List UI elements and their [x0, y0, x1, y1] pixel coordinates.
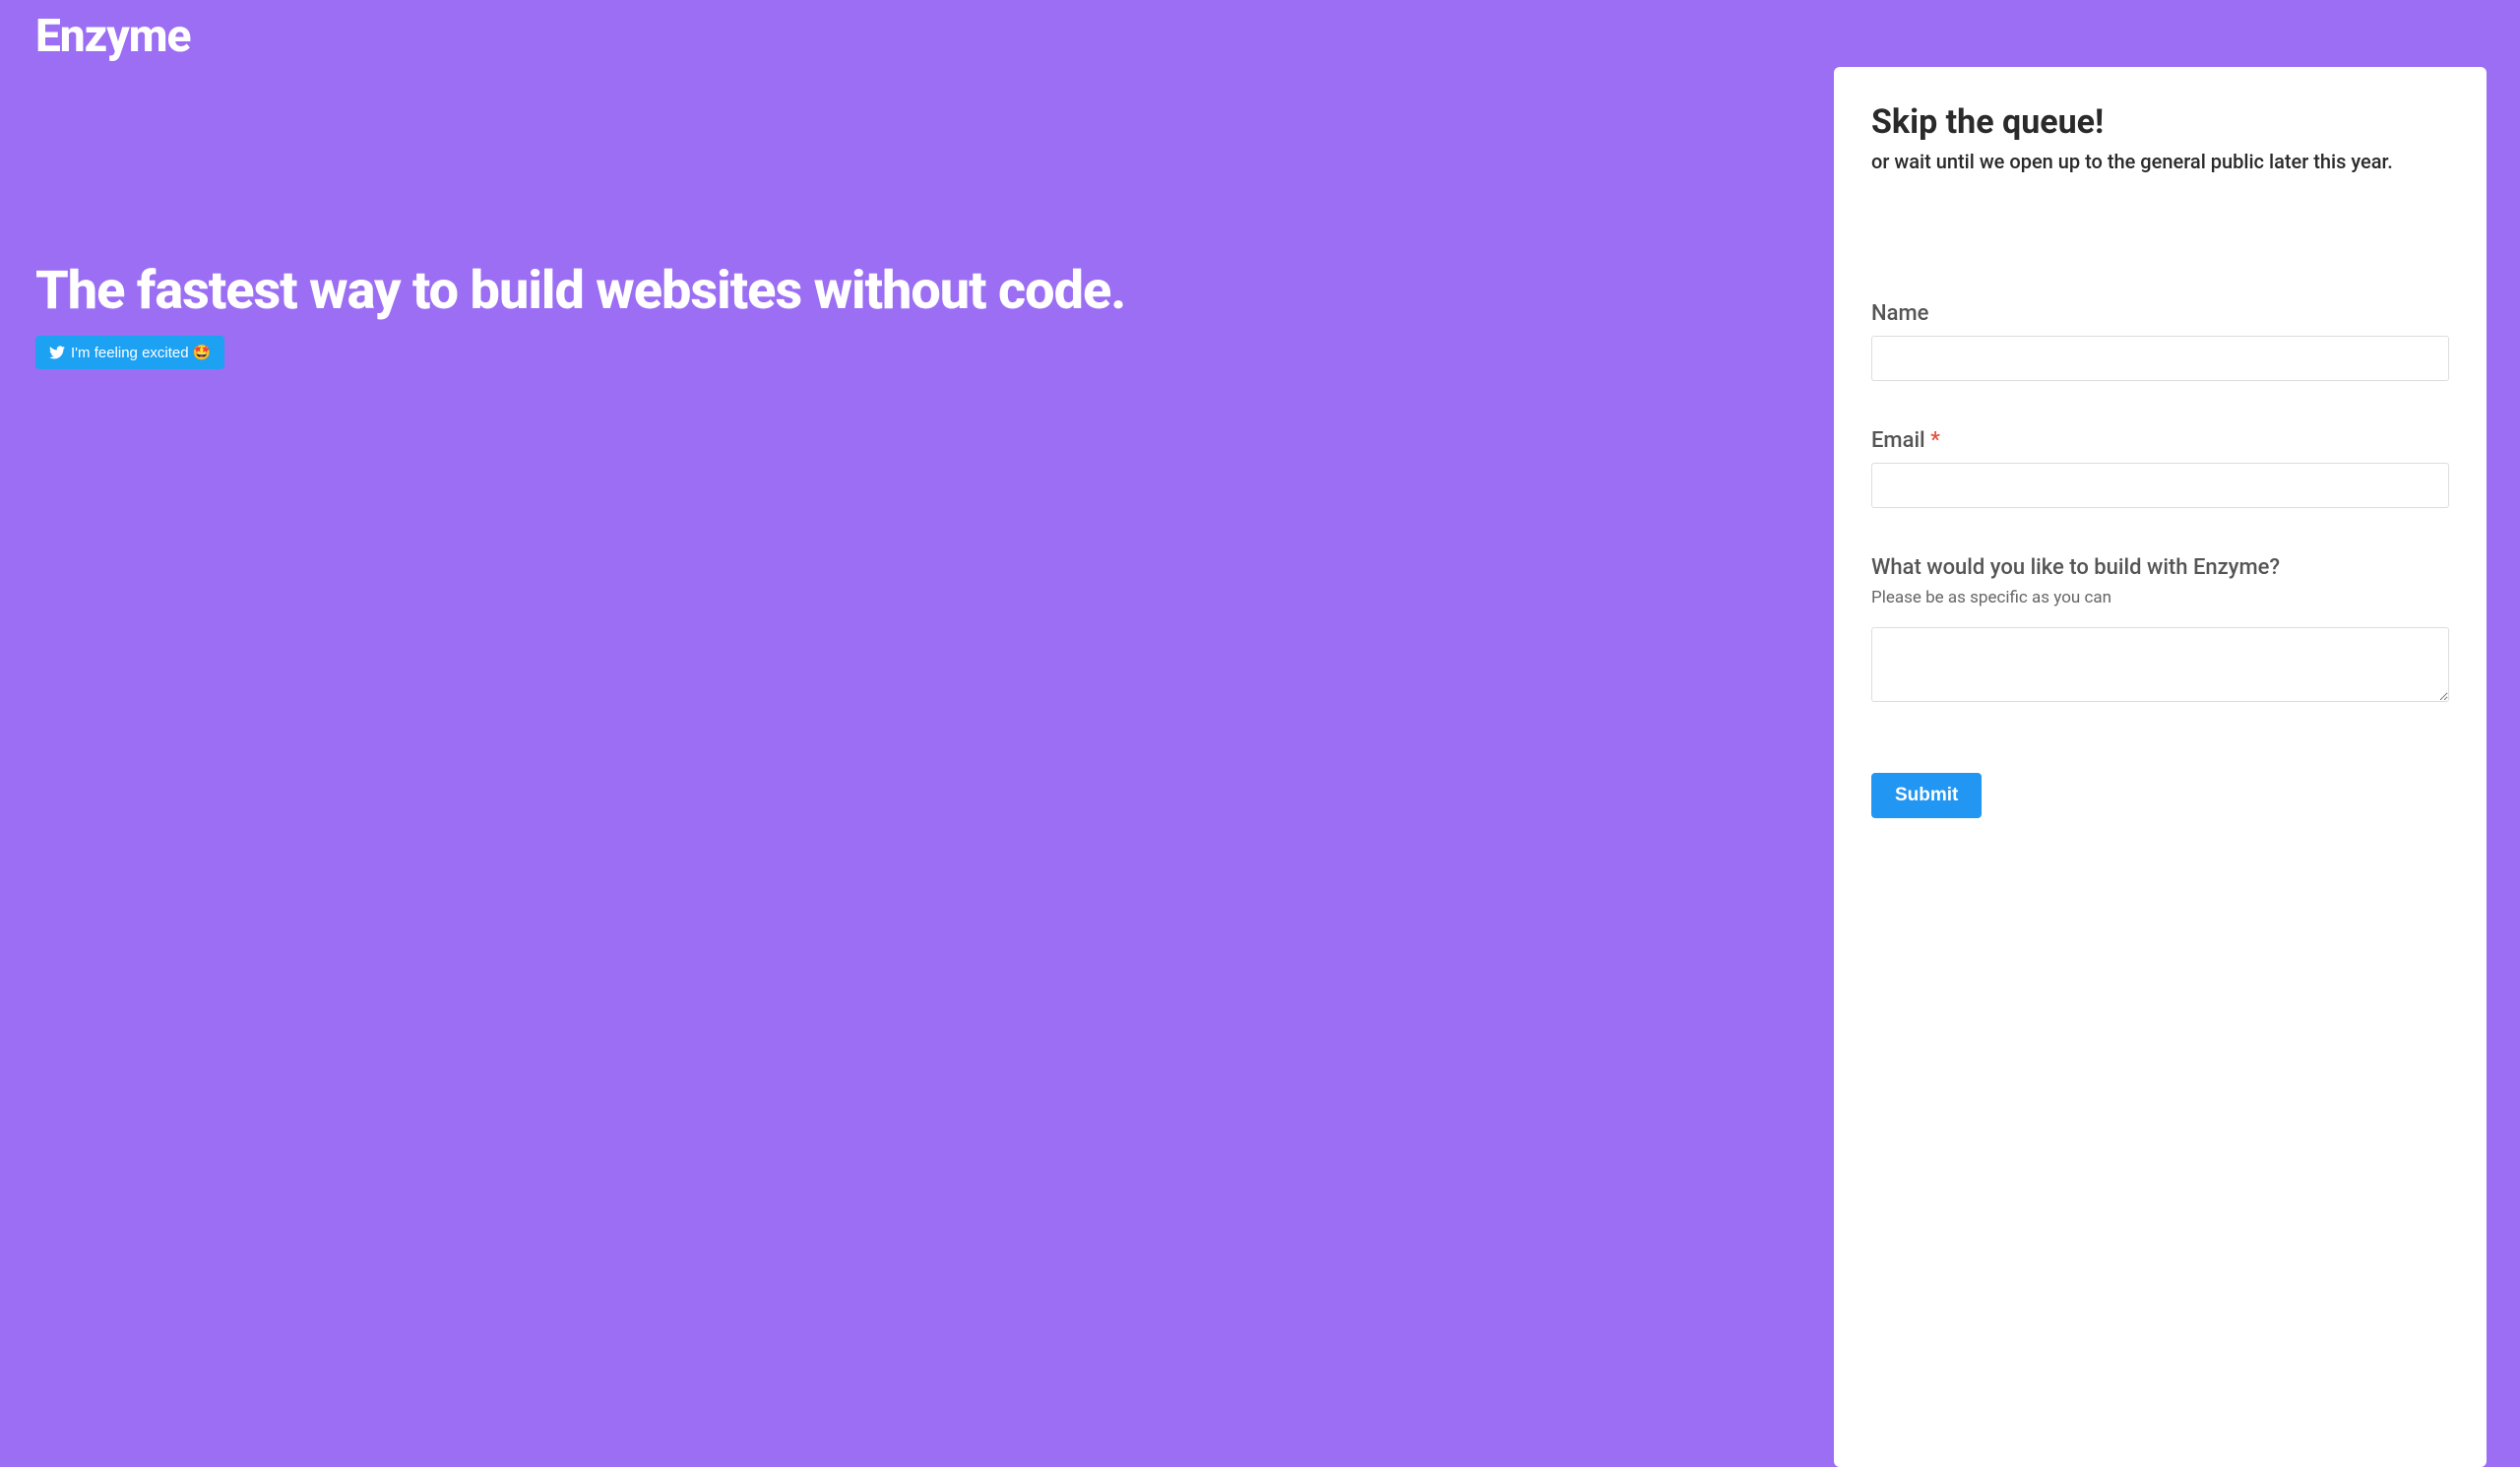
email-label-text: Email — [1871, 428, 1925, 453]
required-asterisk: * — [1930, 428, 1940, 453]
hero-title: The fastest way to build websites withou… — [35, 260, 1795, 324]
signup-form-panel: Skip the queue! or wait until we open up… — [1834, 67, 2487, 1467]
left-panel: Enzyme The fastest way to build websites… — [0, 0, 1834, 1467]
tweet-button-label: I'm feeling excited 🤩 — [71, 344, 211, 361]
email-input[interactable] — [1871, 463, 2449, 508]
build-textarea[interactable] — [1871, 627, 2449, 702]
hero-section: The fastest way to build websites withou… — [35, 260, 1795, 369]
email-label: Email * — [1871, 428, 2449, 453]
form-subtitle: or wait until we open up to the general … — [1871, 150, 2449, 173]
build-field-group: What would you like to build with Enzyme… — [1871, 555, 2449, 706]
twitter-icon — [49, 345, 65, 360]
tweet-button[interactable]: I'm feeling excited 🤩 — [35, 336, 224, 369]
submit-button[interactable]: Submit — [1871, 773, 1982, 818]
build-hint: Please be as specific as you can — [1871, 588, 2449, 607]
email-field-group: Email * — [1871, 428, 2449, 508]
name-label: Name — [1871, 301, 2449, 326]
form-title: Skip the queue! — [1871, 102, 2449, 142]
name-input[interactable] — [1871, 336, 2449, 381]
build-label: What would you like to build with Enzyme… — [1871, 555, 2449, 580]
main-container: Enzyme The fastest way to build websites… — [0, 0, 2520, 1467]
brand-logo: Enzyme — [35, 10, 1795, 63]
name-field-group: Name — [1871, 301, 2449, 381]
